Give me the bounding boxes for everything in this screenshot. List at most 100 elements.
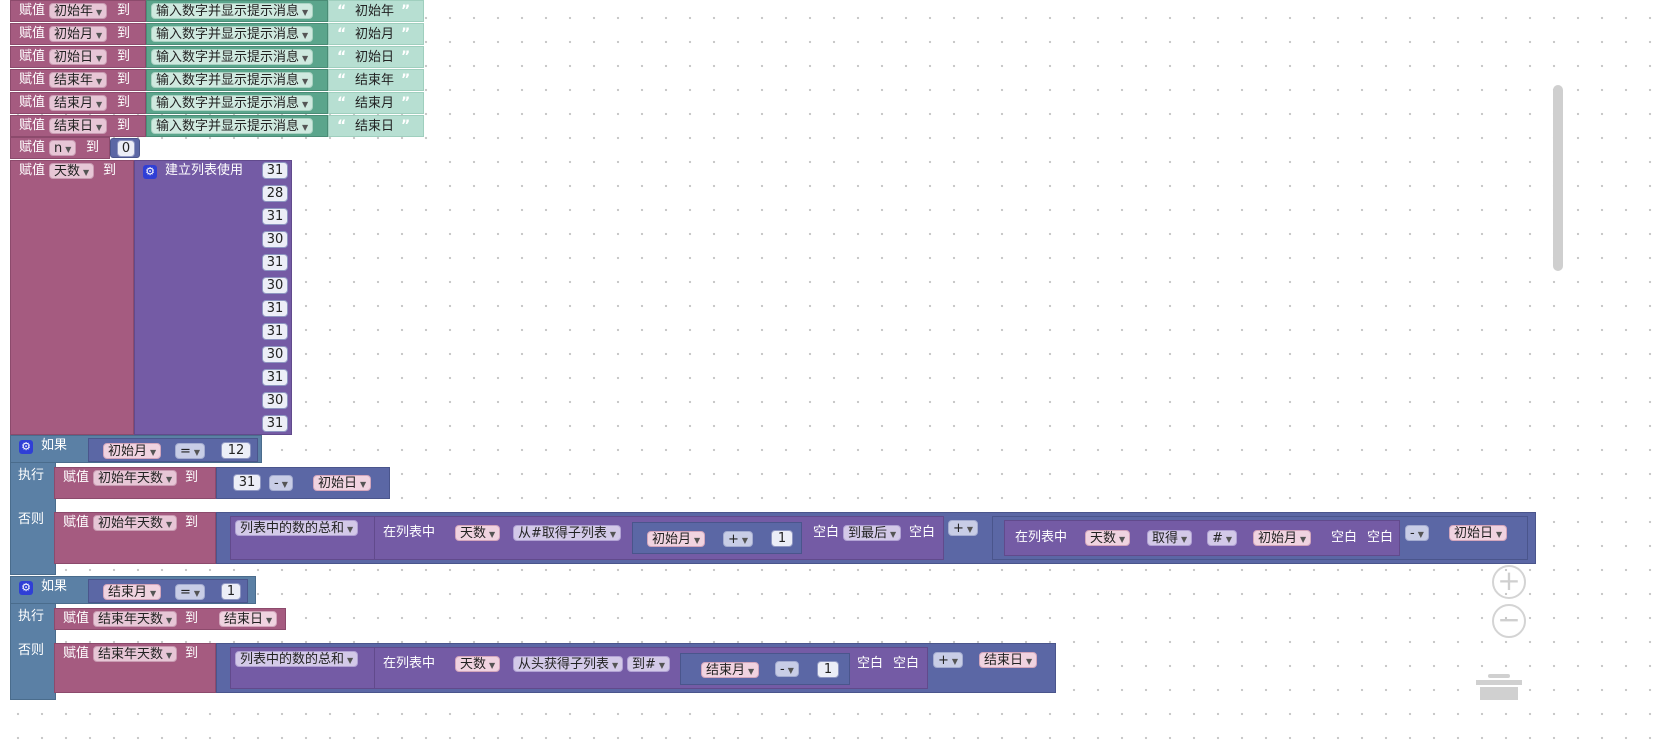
month-days-number[interactable]: 31 [262,323,288,340]
prompt-type-dropdown[interactable]: 输入数字并显示提示消息 ▼ [151,3,314,19]
assign-n-block[interactable]: 赋值 n ▼ 到 [10,137,110,159]
gear-icon[interactable]: ⚙ [143,165,157,179]
var-start-month[interactable]: 初始月 ▼ [647,531,706,547]
var-end-month[interactable]: 结束月 ▼ [701,662,760,678]
assign-input-block[interactable]: 赋值 初始年 ▼ 到 [10,0,146,22]
var-dropdown[interactable]: 初始年 ▼ [49,3,108,19]
var-dropdown-n[interactable]: n ▼ [49,140,77,156]
if1-do-num[interactable]: 31 [233,474,261,491]
assign-start-days-block-2[interactable]: 赋值 初始年天数 ▼ 到 [54,512,216,564]
var-dropdown[interactable]: 初始月 ▼ [49,26,108,42]
var-end-year-days[interactable]: 结束年天数 ▼ [93,611,178,627]
assign-end-days-block-1[interactable]: 赋值 结束年天数 ▼ 到 结束日 ▼ [54,608,286,630]
prompt-block[interactable]: 输入数字并显示提示消息 ▼ [146,46,328,68]
end-minus-block[interactable]: 结束月 ▼ - ▼ 1 [680,653,850,685]
prompt-block[interactable]: 输入数字并显示提示消息 ▼ [146,69,328,91]
assign-input-block[interactable]: 赋值 结束日 ▼ 到 [10,115,146,137]
gear-icon[interactable]: ⚙ [19,581,33,595]
prompt-text[interactable]: 结束年 [355,73,394,89]
gear-icon[interactable]: ⚙ [19,440,33,454]
minus-op[interactable]: - ▼ [269,475,293,491]
eq-op[interactable]: = ▼ [175,443,206,459]
var-end-year-days[interactable]: 结束年天数 ▼ [93,646,178,662]
if2-value[interactable]: 1 [221,583,241,600]
trash-icon[interactable] [1476,674,1522,700]
prompt-text-block[interactable]: “ 结束日 ” [328,115,424,137]
sum-op[interactable]: 列表中的数的总和 ▼ [235,520,359,536]
plus-one[interactable]: 1 [771,530,793,547]
eq-op[interactable]: = ▼ [175,584,206,600]
var-dropdown[interactable]: 结束月 ▼ [49,95,108,111]
prompt-text[interactable]: 初始年 [355,4,394,20]
prompt-type-dropdown[interactable]: 输入数字并显示提示消息 ▼ [151,95,314,111]
prompt-text[interactable]: 初始月 [355,27,394,43]
month-days-number[interactable]: 30 [262,231,288,248]
plus-op[interactable]: + ▼ [933,652,964,668]
from-pos-op[interactable]: 从#取得子列表 ▼ [513,525,622,541]
month-days-number[interactable]: 28 [262,185,288,202]
assign-days-block[interactable]: 赋值 天数 ▼ 到 [10,160,134,435]
assign-start-days-block-1[interactable]: 赋值 初始年天数 ▼ 到 [54,467,216,499]
var-days[interactable]: 天数 ▼ [455,525,501,541]
start-plus-block[interactable]: 初始月 ▼ + ▼ 1 [632,522,802,554]
assign-input-block[interactable]: 赋值 结束月 ▼ 到 [10,92,146,114]
var-dropdown[interactable]: 结束日 ▼ [49,118,108,134]
plus-op[interactable]: + ▼ [948,520,979,536]
prompt-text[interactable]: 结束日 [355,119,394,135]
var-start-month[interactable]: 初始月 ▼ [1253,530,1312,546]
sum-op[interactable]: 列表中的数的总和 ▼ [235,651,359,667]
zoom-out-icon[interactable]: − [1492,604,1526,638]
prompt-text-block[interactable]: “ 初始月 ” [328,23,424,45]
prompt-text-block[interactable]: “ 结束月 ” [328,92,424,114]
prompt-type-dropdown[interactable]: 输入数字并显示提示消息 ▼ [151,49,314,65]
get-op[interactable]: 取得 ▼ [1147,530,1193,546]
minus-op[interactable]: - ▼ [775,661,799,677]
var-end-day[interactable]: 结束日 ▼ [219,611,278,627]
minus-one[interactable]: 1 [817,661,839,678]
minus-op[interactable]: - ▼ [1405,525,1429,541]
month-days-number[interactable]: 30 [262,346,288,363]
compare-block[interactable]: 初始月 ▼ = ▼ 12 [88,438,258,462]
minus-block[interactable]: 31 - ▼ 初始日 ▼ [216,467,390,499]
var-start-year-days[interactable]: 初始年天数 ▼ [93,470,178,486]
month-days-number[interactable]: 31 [262,254,288,271]
prompt-type-dropdown[interactable]: 输入数字并显示提示消息 ▼ [151,118,314,134]
var-days[interactable]: 天数 ▼ [1085,530,1131,546]
var-days[interactable]: 天数 ▼ [455,656,501,672]
prompt-type-dropdown[interactable]: 输入数字并显示提示消息 ▼ [151,26,314,42]
prompt-text[interactable]: 结束月 [355,96,394,112]
month-days-number[interactable]: 30 [262,277,288,294]
month-days-number[interactable]: 31 [262,415,288,432]
prompt-block[interactable]: 输入数字并显示提示消息 ▼ [146,92,328,114]
var-start-year-days[interactable]: 初始年天数 ▼ [93,515,178,531]
assign-end-days-block-2[interactable]: 赋值 结束年天数 ▼ 到 [54,643,216,693]
var-end-day[interactable]: 结束日 ▼ [979,652,1038,668]
to-pos-op[interactable]: 到# ▼ [627,656,671,672]
prompt-text-block[interactable]: “ 初始年 ” [328,0,424,22]
to-last-op[interactable]: 到最后 ▼ [843,525,902,541]
month-days-number[interactable]: 30 [262,392,288,409]
var-dropdown[interactable]: 初始日 ▼ [49,49,108,65]
month-days-number[interactable]: 31 [262,300,288,317]
vertical-scrollbar[interactable] [1553,85,1563,271]
from-start-op[interactable]: 从头获得子列表 ▼ [513,656,624,672]
number-block[interactable]: 0 [110,138,140,158]
zoom-in-icon[interactable]: + [1492,565,1526,599]
prompt-text-block[interactable]: “ 结束年 ” [328,69,424,91]
compare-block[interactable]: 结束月 ▼ = ▼ 1 [88,579,248,603]
var-dropdown[interactable]: 结束年 ▼ [49,72,108,88]
var-dropdown-days[interactable]: 天数 ▼ [49,163,95,179]
prompt-block[interactable]: 输入数字并显示提示消息 ▼ [146,0,328,22]
prompt-block[interactable]: 输入数字并显示提示消息 ▼ [146,23,328,45]
month-days-number[interactable]: 31 [262,369,288,386]
var-end-month[interactable]: 结束月 ▼ [103,584,162,600]
prompt-text[interactable]: 初始日 [355,50,394,66]
prompt-block[interactable]: 输入数字并显示提示消息 ▼ [146,115,328,137]
var-start-month[interactable]: 初始月 ▼ [103,443,162,459]
if1-value[interactable]: 12 [221,442,251,459]
assign-input-block[interactable]: 赋值 初始月 ▼ 到 [10,23,146,45]
month-days-number[interactable]: 31 [262,208,288,225]
var-start-day[interactable]: 初始日 ▼ [313,475,372,491]
prompt-text-block[interactable]: “ 初始日 ” [328,46,424,68]
month-days-number[interactable]: 31 [262,162,288,179]
